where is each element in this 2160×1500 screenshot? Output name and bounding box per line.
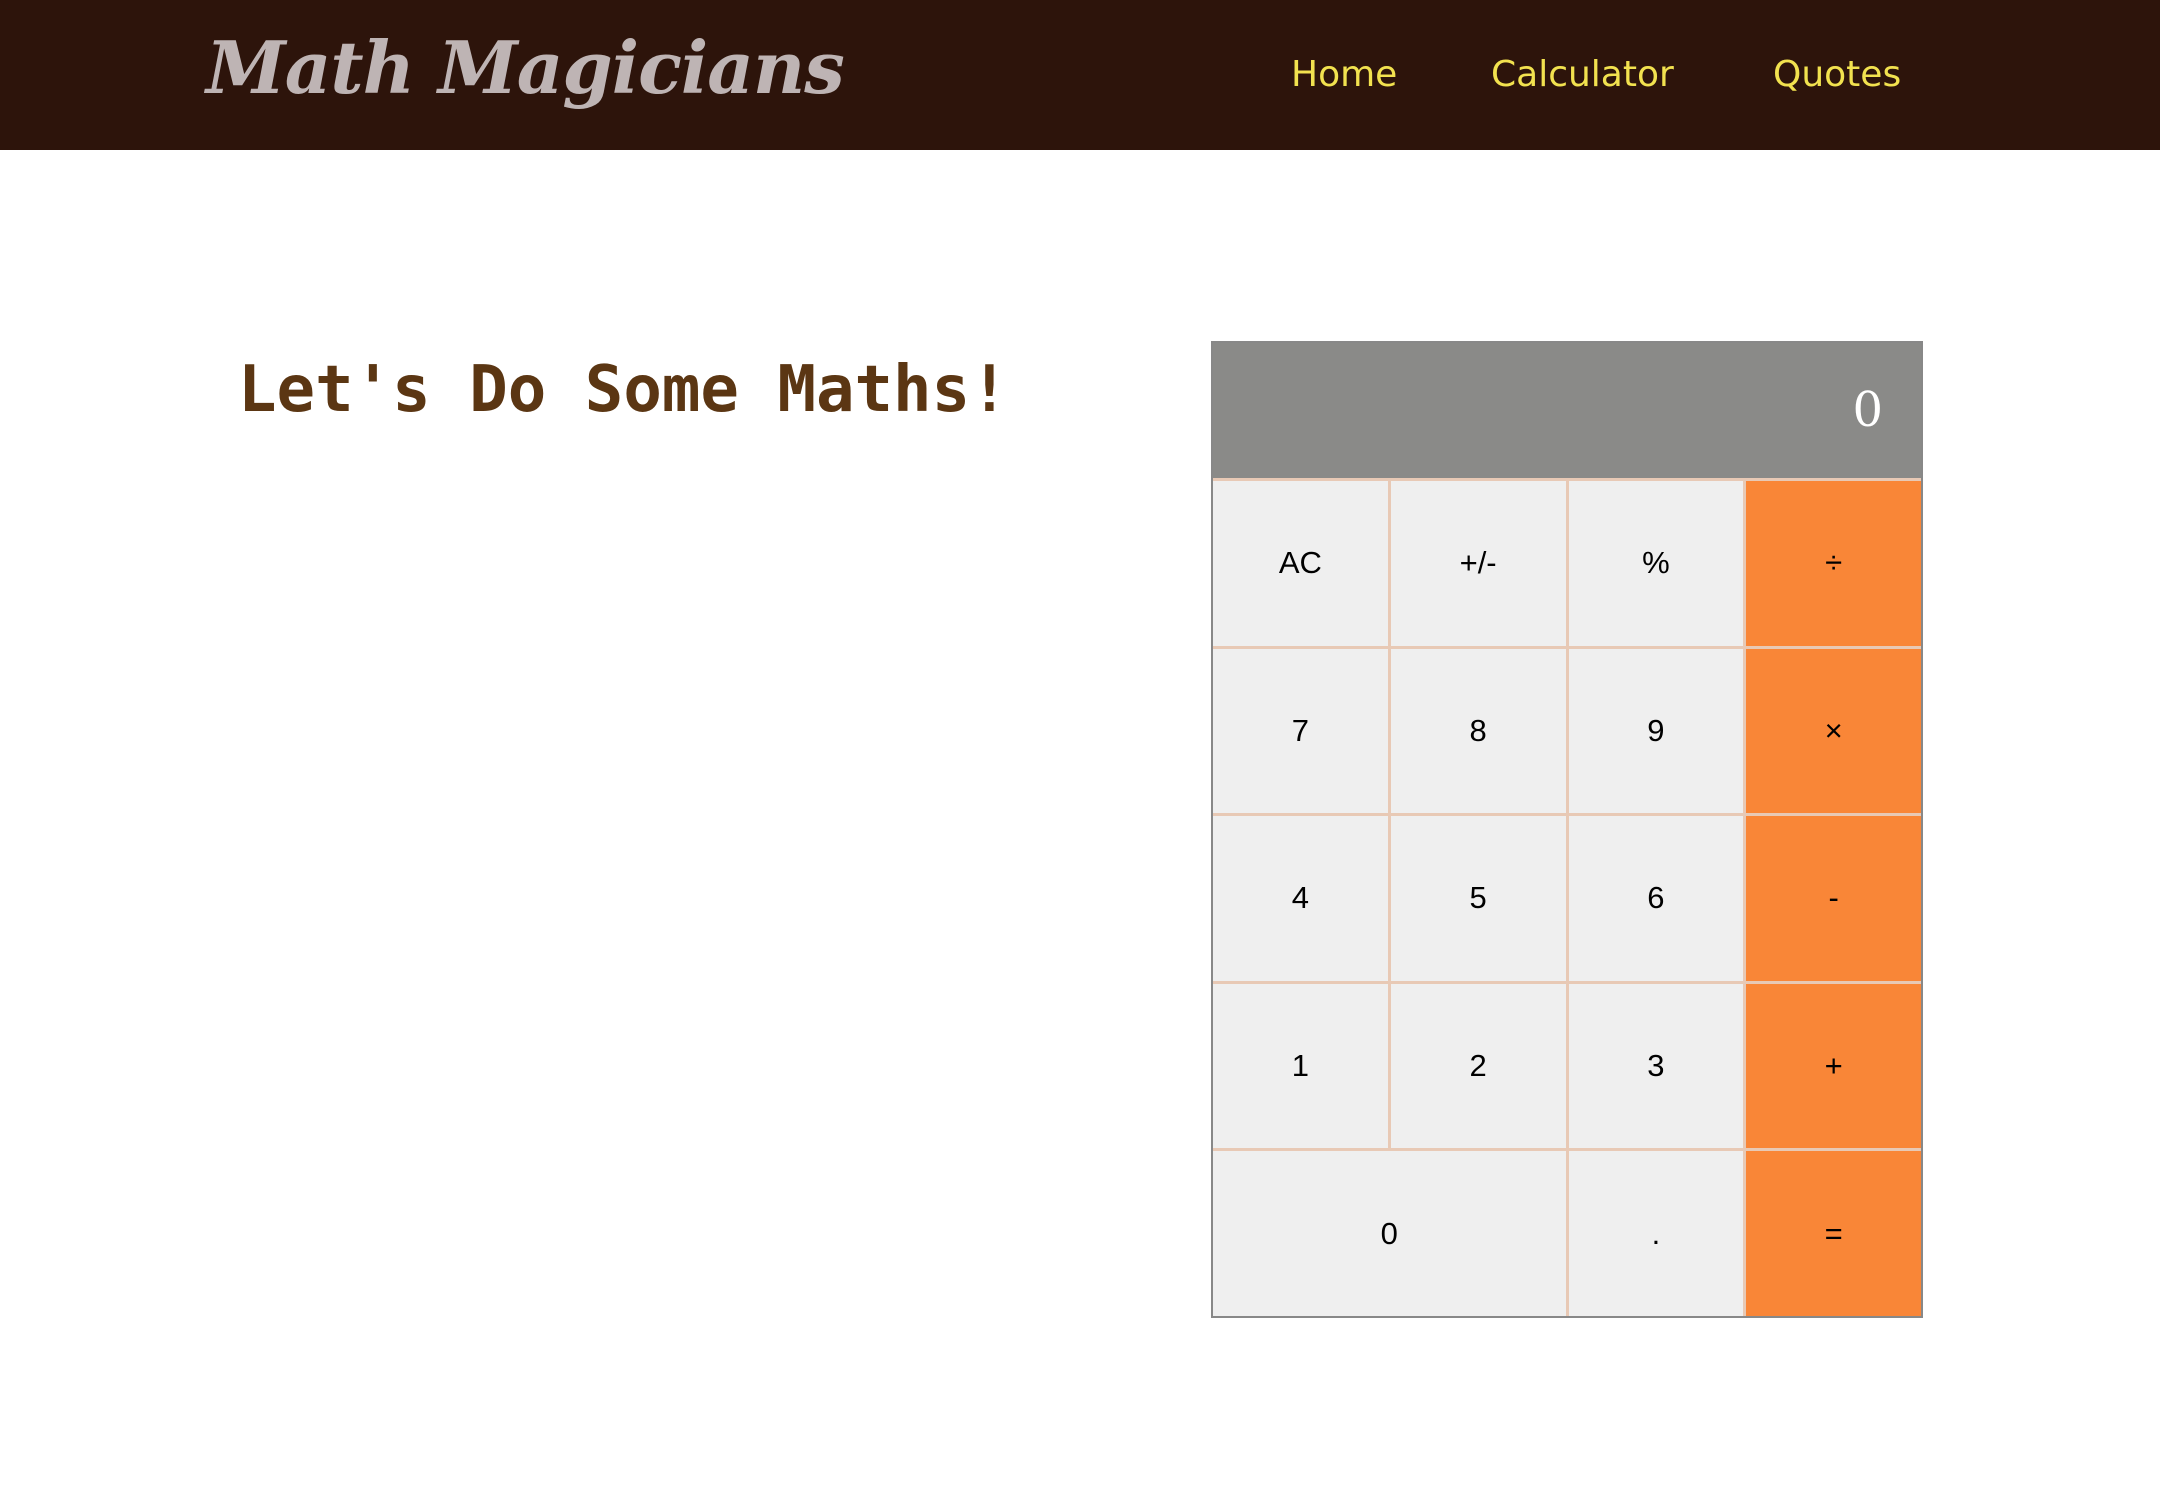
key-percent[interactable]: %	[1568, 481, 1744, 646]
nav-link-quotes[interactable]: Quotes	[1773, 0, 1901, 150]
key-divide[interactable]: ÷	[1746, 481, 1921, 646]
key-6[interactable]: 6	[1568, 816, 1744, 981]
key-plus[interactable]: +	[1746, 983, 1921, 1149]
key-9[interactable]: 9	[1568, 648, 1744, 814]
page-heading: Let's Do Some Maths!	[238, 353, 1009, 427]
key-decimal[interactable]: .	[1568, 1151, 1744, 1316]
calculator-display: 0	[1213, 343, 1921, 478]
key-minus[interactable]: -	[1746, 816, 1921, 981]
calculator-keypad: AC +/- % ÷ 7 8 9 × 4 5 6 - 1 2 3 + 0 . =	[1213, 478, 1921, 1316]
key-multiply[interactable]: ×	[1746, 648, 1921, 814]
key-ac[interactable]: AC	[1213, 481, 1388, 646]
nav-link-home[interactable]: Home	[1291, 0, 1397, 150]
key-1[interactable]: 1	[1213, 983, 1388, 1149]
nav-links: Home Calculator Quotes	[0, 0, 2160, 150]
calculator: 0 AC +/- % ÷ 7 8 9 × 4 5 6 - 1 2 3 + 0 .…	[1211, 341, 1923, 1318]
key-7[interactable]: 7	[1213, 648, 1388, 814]
key-5[interactable]: 5	[1390, 816, 1566, 981]
key-plus-minus[interactable]: +/-	[1390, 481, 1566, 646]
nav-link-calculator[interactable]: Calculator	[1491, 0, 1674, 150]
key-8[interactable]: 8	[1390, 648, 1566, 814]
key-equals[interactable]: =	[1746, 1151, 1921, 1316]
key-2[interactable]: 2	[1390, 983, 1566, 1149]
key-4[interactable]: 4	[1213, 816, 1388, 981]
key-3[interactable]: 3	[1568, 983, 1744, 1149]
navbar: Math Magicians Home Calculator Quotes	[0, 0, 2160, 150]
key-0[interactable]: 0	[1213, 1151, 1566, 1316]
